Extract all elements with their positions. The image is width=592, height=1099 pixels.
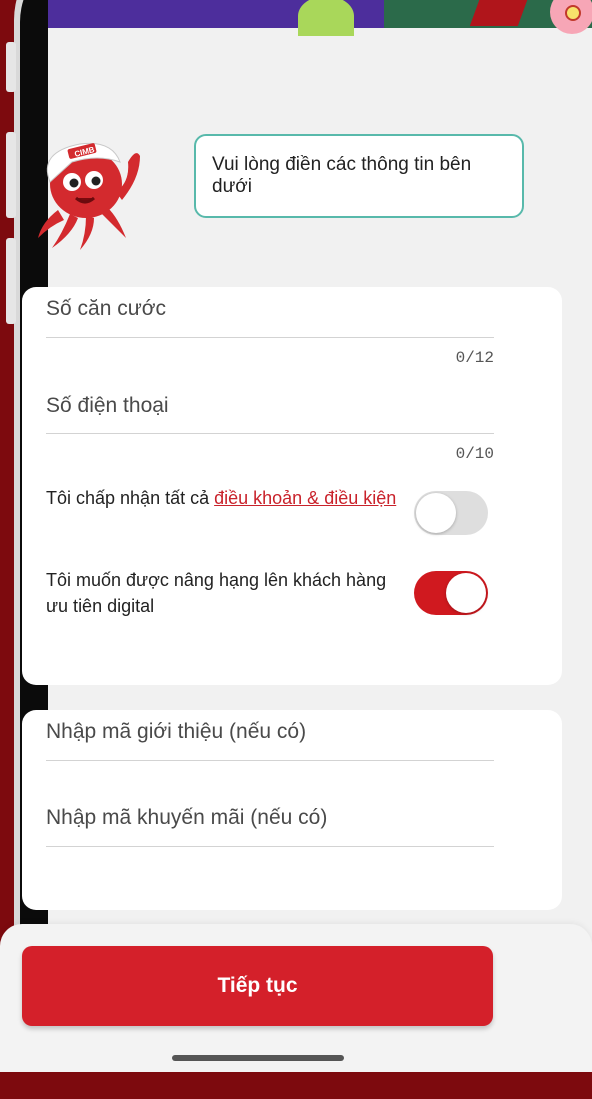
- assistant-message: Vui lòng điền các thông tin bên dưới: [212, 154, 472, 197]
- id-number-input[interactable]: Số căn cước: [46, 297, 166, 321]
- side-button: [6, 132, 16, 218]
- priority-upgrade-label: Tôi muốn được nâng hạng lên khách hàng ư…: [46, 570, 387, 616]
- header-banner: [48, 0, 592, 36]
- codes-card: Nhập mã giới thiệu (nếu có) Nhập mã khuy…: [22, 710, 562, 910]
- octopus-mascot-icon: CIMB: [38, 142, 140, 250]
- referral-code-underline: [46, 760, 494, 761]
- promo-code-underline: [46, 846, 494, 847]
- id-number-counter: 0/12: [455, 349, 494, 367]
- side-button: [6, 238, 16, 324]
- phone-counter: 0/10: [455, 445, 494, 463]
- promo-code-input[interactable]: Nhập mã khuyến mãi (nếu có): [46, 806, 327, 830]
- phone-input[interactable]: Số điện thoại: [46, 394, 169, 418]
- home-indicator: [172, 1055, 344, 1061]
- side-button: [6, 42, 16, 92]
- terms-toggle[interactable]: [414, 491, 488, 535]
- priority-upgrade-toggle[interactable]: [414, 571, 488, 615]
- toggle-knob: [446, 573, 486, 613]
- personal-info-card: Số căn cước 0/12 Số điện thoại 0/10 Tôi …: [22, 287, 562, 685]
- assistant-speech-bubble: Vui lòng điền các thông tin bên dưới: [194, 134, 524, 218]
- flower-icon: [550, 0, 592, 34]
- referral-code-input[interactable]: Nhập mã giới thiệu (nếu có): [46, 720, 306, 744]
- terms-consent-prefix: Tôi chấp nhận tất cả: [46, 488, 215, 508]
- toggle-knob: [416, 493, 456, 533]
- terms-consent-text: Tôi chấp nhận tất cả điều khoản & điều k…: [46, 485, 406, 511]
- continue-button[interactable]: Tiếp tục: [22, 946, 493, 1026]
- terms-link[interactable]: điều khoản & điều kiện: [214, 488, 396, 508]
- id-number-underline: [46, 337, 494, 338]
- phone-underline: [46, 433, 494, 434]
